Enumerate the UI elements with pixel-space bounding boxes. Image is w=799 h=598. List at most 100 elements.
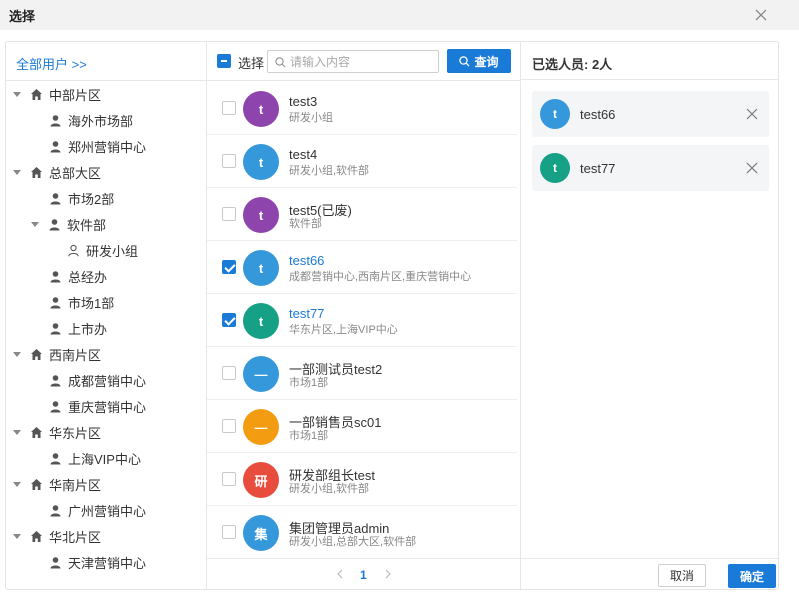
user-list-item[interactable]: t test3 研发小组	[207, 82, 517, 135]
user-dept: 市场1部	[289, 430, 329, 442]
close-icon[interactable]	[754, 8, 768, 22]
home-icon	[31, 166, 42, 178]
tree-node-label: 海外市场部	[68, 113, 134, 129]
user-name: test77	[289, 306, 325, 321]
tree-node-label: 研发小组	[86, 243, 139, 259]
user-list-item[interactable]: 研研发部组长test 研发小组,软件部	[207, 453, 517, 506]
query-button[interactable]: 查询	[447, 49, 511, 73]
user-dept: 研发小组,软件部	[289, 483, 370, 495]
caret-down-icon[interactable]	[13, 91, 21, 97]
tree-node[interactable]: 西南片区	[13, 343, 101, 365]
home-icon	[31, 426, 42, 438]
page-number[interactable]: 1	[360, 568, 367, 582]
user-name: test66	[289, 253, 325, 268]
selected-user-chip: t test77	[532, 145, 769, 191]
pagination: 1	[207, 558, 521, 589]
user-list-item[interactable]: t test4 研发小组,软件部	[207, 135, 517, 188]
avatar: t	[243, 303, 279, 339]
dialog-titlebar: 选择	[0, 0, 799, 30]
user-icon	[50, 374, 61, 386]
user-list-item[interactable]: — 一部测试员test2 市场1部	[207, 347, 517, 400]
ok-button[interactable]: 确定	[728, 564, 776, 588]
user-checkbox[interactable]	[222, 101, 236, 115]
tree-node-label: 市场1部	[68, 295, 115, 311]
caret-down-icon[interactable]	[13, 481, 21, 487]
user-dept: 华东片区,上海VIP中心	[289, 324, 398, 336]
selected-user-name: test77	[580, 161, 616, 176]
search-box[interactable]	[267, 50, 439, 73]
user-list-item[interactable]: 集集团管理员admin 研发小组,总部大区,软件部	[207, 506, 517, 559]
divider	[6, 80, 206, 81]
user-name: test4	[289, 147, 318, 162]
user-icon	[50, 296, 61, 308]
user-icon	[50, 504, 61, 516]
chevron-left-icon[interactable]	[336, 569, 343, 579]
avatar: 集	[243, 515, 279, 551]
user-list-item[interactable]: t test66 成都营销中心,西南片区,重庆营销中心	[207, 241, 517, 294]
user-icon	[50, 192, 61, 204]
tree-node[interactable]: 华北片区	[13, 525, 101, 547]
user-checkbox[interactable]	[222, 366, 236, 380]
caret-down-icon[interactable]	[13, 533, 21, 539]
home-icon	[31, 88, 42, 100]
tree-node-label: 市场2部	[68, 191, 115, 207]
caret-down-icon[interactable]	[13, 429, 21, 435]
cancel-button[interactable]: 取消	[658, 564, 706, 587]
tree-node[interactable]: 总经办	[49, 265, 107, 287]
tree-node-label: 华北片区	[49, 529, 102, 545]
caret-down-icon[interactable]	[13, 351, 21, 357]
avatar: t	[243, 250, 279, 286]
user-checkbox[interactable]	[222, 207, 236, 221]
tree-node[interactable]: 上市办	[49, 317, 107, 339]
tree-node[interactable]: 海外市场部	[49, 109, 133, 131]
tree-node[interactable]: 广州营销中心	[49, 499, 146, 521]
avatar: t	[243, 91, 279, 127]
tree-node[interactable]: 总部大区	[13, 161, 101, 183]
user-icon	[50, 140, 61, 152]
avatar: t	[540, 153, 570, 183]
all-users-link[interactable]: 全部用户 >>	[16, 54, 87, 73]
tree-node-label: 郑州营销中心	[68, 139, 147, 155]
tree-node[interactable]: 华东片区	[13, 421, 101, 443]
tree-node[interactable]: 郑州营销中心	[49, 135, 146, 157]
tree-node[interactable]: 成都营销中心	[49, 369, 146, 391]
tree-node[interactable]: 市场1部	[49, 291, 114, 313]
tree-node-label: 总部大区	[49, 165, 102, 181]
tree-node[interactable]: 天津营销中心	[49, 551, 146, 573]
user-checkbox[interactable]	[222, 472, 236, 486]
user-checkbox[interactable]	[222, 154, 236, 168]
tree-node[interactable]: 市场2部	[49, 187, 114, 209]
search-input[interactable]	[290, 53, 436, 70]
user-list-item[interactable]: t test77 华东片区,上海VIP中心	[207, 294, 517, 347]
user-outline-icon	[68, 244, 79, 256]
avatar: —	[243, 356, 279, 392]
chevron-right-icon[interactable]	[385, 569, 392, 579]
select-all-checkbox[interactable]	[217, 54, 231, 68]
tree-node[interactable]: 华南片区	[13, 473, 101, 495]
user-list-item[interactable]: — 一部销售员sc01 市场1部	[207, 400, 517, 453]
tree-node-label: 华东片区	[49, 425, 102, 441]
user-checkbox[interactable]	[222, 313, 236, 327]
tree-node[interactable]: 上海VIP中心	[49, 447, 141, 469]
org-tree-panel: 全部用户 >> 中部片区海外市场部郑州营销中心总部大区市场2部软件部研发小组总经…	[6, 42, 207, 589]
user-dept: 成都营销中心,西南片区,重庆营销中心	[289, 271, 472, 283]
user-checkbox[interactable]	[222, 260, 236, 274]
remove-icon[interactable]	[746, 108, 758, 120]
user-checkbox[interactable]	[222, 419, 236, 433]
tree-node[interactable]: 重庆营销中心	[49, 395, 146, 417]
dialog-title: 选择	[9, 9, 36, 24]
caret-down-icon[interactable]	[13, 169, 21, 175]
home-icon	[31, 348, 42, 360]
tree-node[interactable]: 中部片区	[13, 83, 101, 105]
user-list-panel: 选择 查询 t test3 研发小组 t test4 研发小组,软件部 ttest5(已废)…	[207, 42, 521, 589]
remove-icon[interactable]	[746, 162, 758, 174]
tree-node[interactable]: 研发小组	[67, 239, 138, 261]
user-list-item[interactable]: t test5(已废) 软件部	[207, 188, 517, 241]
tree-node-label: 总经办	[68, 269, 108, 285]
user-name: test3	[289, 94, 318, 109]
user-checkbox[interactable]	[222, 525, 236, 539]
user-icon	[50, 452, 61, 464]
caret-down-icon[interactable]	[31, 221, 39, 227]
avatar: t	[243, 144, 279, 180]
tree-node[interactable]: 软件部	[31, 213, 106, 235]
